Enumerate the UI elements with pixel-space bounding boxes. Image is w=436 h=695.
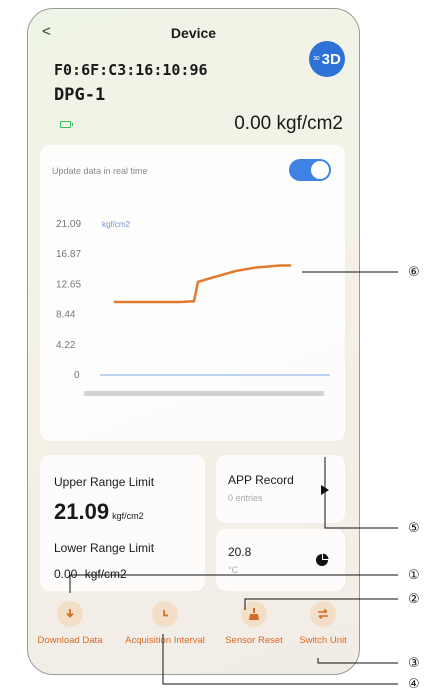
temperature-value: 20.8 (228, 545, 252, 559)
download-icon (57, 601, 83, 627)
y-tick-label: 8.44 (56, 310, 76, 321)
annotation-4: ④ (408, 676, 420, 691)
device-mac: F0:6F:C3:16:10:96 (54, 61, 208, 79)
annotation-1: ① (408, 567, 420, 582)
current-reading: 0.00 kgf/cm2 (234, 113, 343, 134)
annotation-6: ⑥ (408, 264, 420, 279)
broom-icon (241, 601, 267, 627)
chart-scrollbar[interactable] (84, 391, 324, 396)
y-tick-label: 16.87 (56, 249, 81, 260)
clock-icon (152, 601, 178, 627)
sensor-reset-button[interactable]: Sensor Reset (216, 593, 292, 646)
annotation-2: ② (408, 591, 420, 606)
page-title: Device (170, 25, 217, 41)
switch-unit-label: Switch Unit (299, 635, 347, 646)
3d-view-button[interactable]: 3D 3D (309, 41, 345, 77)
app-record-count: 0 entries (228, 493, 263, 503)
download-data-button[interactable]: Download Data (30, 593, 110, 646)
lower-range-label: Lower Range Limit (54, 541, 155, 555)
phone-frame: < Device 3D 3D F0:6F:C3:16:10:96 DPG-1 0… (27, 8, 360, 675)
device-name: DPG-1 (54, 85, 106, 105)
battery-icon (60, 121, 73, 128)
y-tick-label: 4.22 (56, 340, 76, 351)
range-card: Upper Range Limit 21.09 kgf/cm2 Lower Ran… (40, 455, 205, 591)
lower-range-value: 0.00 (54, 567, 78, 581)
app-record-card[interactable]: APP Record 0 entries (216, 455, 345, 523)
y-tick-label: 0 (74, 370, 80, 381)
y-tick-label: 21.09 (56, 219, 81, 230)
temperature-card[interactable]: 20.8 °C (216, 529, 345, 591)
y-axis-unit-label: kgf/cm2 (102, 220, 131, 229)
upper-range-value: 21.09 (54, 499, 110, 524)
3d-badge-text: 3D (321, 50, 341, 68)
pressure-chart: 21.09 16.87 12.65 8.44 4.22 0 kgf/cm2 (56, 219, 330, 396)
acquisition-interval-button[interactable]: Acquisition Interval (110, 593, 220, 646)
annotation-5: ⑤ (408, 520, 420, 535)
chart-card: Update data in real time 21.09 16.87 12.65… (40, 145, 345, 441)
play-icon[interactable] (321, 485, 329, 495)
app-record-label: APP Record (228, 473, 294, 487)
switch-unit-button[interactable]: Switch Unit (290, 593, 356, 646)
sensor-reset-label: Sensor Reset (225, 635, 283, 646)
upper-range-unit: kgf/cm2 (112, 511, 144, 521)
pie-chart-icon (316, 553, 329, 566)
top-bar: < Device 3D 3D (28, 9, 359, 77)
switch-icon (310, 601, 336, 627)
upper-range-label: Upper Range Limit (54, 475, 155, 489)
annotation-3: ③ (408, 655, 420, 670)
3d-badge-small-text: 3D (313, 56, 320, 62)
y-tick-label: 12.65 (56, 279, 81, 290)
bottom-toolbar: Download Data Acquisition Interval Senso… (28, 593, 359, 663)
download-data-label: Download Data (37, 635, 103, 646)
acquisition-interval-label: Acquisition Interval (125, 635, 205, 646)
lower-range-unit: kgf/cm2 (84, 567, 127, 581)
pressure-series-line (114, 264, 291, 304)
temperature-unit: °C (228, 565, 239, 575)
